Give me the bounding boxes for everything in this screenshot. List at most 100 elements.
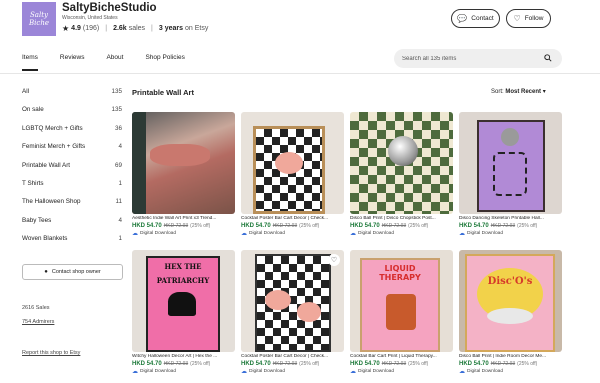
shop-name: SaltyBicheStudio bbox=[62, 2, 157, 14]
sidebar-item-count: 135 bbox=[111, 88, 122, 95]
sidebar-item-baby-tees[interactable]: Baby Tees 4 bbox=[22, 217, 122, 235]
price-row: HKD 54.70 HKD 72.93 (25% off) bbox=[132, 223, 235, 229]
original-price: HKD 72.93 bbox=[490, 361, 516, 367]
download-text: Digital Download bbox=[249, 231, 285, 236]
sale-price: HKD 54.70 bbox=[241, 223, 271, 229]
sidebar-item-lgbtq[interactable]: LGBTQ Merch + Gifts 36 bbox=[22, 125, 122, 143]
stats-separator: | bbox=[105, 25, 108, 32]
product-title[interactable]: Cocktail Bar Cart Print | Liquid Therapy… bbox=[350, 354, 453, 359]
product-title[interactable]: Disco Ball Print | Disco Chopstick Post.… bbox=[350, 216, 453, 221]
product-title[interactable]: Cocktail Poster Bar Cart Decor | Check..… bbox=[241, 354, 344, 359]
download-icon: ☁ bbox=[350, 231, 356, 237]
sidebar-item-label: Printable Wall Art bbox=[22, 161, 71, 169]
sidebar-item-halloween[interactable]: The Halloween Shop 11 bbox=[22, 198, 122, 216]
sidebar-item-woven-blankets[interactable]: Woven Blankets 1 bbox=[22, 235, 122, 253]
tabs-divider bbox=[0, 73, 600, 74]
product-image[interactable] bbox=[350, 112, 453, 214]
sidebar-item-count: 4 bbox=[118, 216, 122, 224]
sidebar-item-feminist[interactable]: Feminist Merch + Gifts 4 bbox=[22, 143, 122, 161]
follow-label: Follow bbox=[524, 15, 544, 22]
sidebar-item-count: 69 bbox=[114, 161, 122, 169]
product-title[interactable]: Witchy Halloween Decor Art | Hex the ... bbox=[132, 354, 235, 359]
product-card[interactable]: LIQUID THERAPY Cocktail Bar Cart Print |… bbox=[350, 250, 453, 375]
report-shop-link[interactable]: Report this shop to Etsy bbox=[22, 350, 80, 356]
download-icon: ☁ bbox=[459, 369, 465, 375]
sidebar-item-label: All bbox=[22, 88, 29, 95]
review-count[interactable]: (196) bbox=[83, 25, 99, 32]
search-icon[interactable] bbox=[544, 54, 552, 62]
original-price: HKD 72.93 bbox=[163, 223, 189, 229]
product-image[interactable]: Disc'O's bbox=[459, 250, 562, 352]
price-row: HKD 54.70 HKD 72.93 (25% off) bbox=[459, 223, 562, 229]
download-text: Digital Download bbox=[140, 231, 176, 236]
original-price: HKD 72.93 bbox=[381, 361, 407, 367]
product-image[interactable] bbox=[459, 112, 562, 214]
contact-button[interactable]: 💬 Contact bbox=[451, 9, 500, 28]
shop-rating: 4.9 bbox=[71, 25, 81, 32]
sidebar-item-on-sale[interactable]: On sale 135 bbox=[22, 106, 122, 124]
poster-text-line: HEX THE PATRIARCHY bbox=[156, 262, 210, 285]
sidebar-item-count: 36 bbox=[114, 124, 122, 132]
price-row: HKD 54.70 HKD 72.93 (25% off) bbox=[132, 361, 235, 367]
sidebar-item-label: On sale bbox=[22, 106, 44, 114]
shop-admirers-link[interactable]: 754 Admirers bbox=[22, 319, 54, 325]
shop-logo-text: Salty Biche bbox=[29, 11, 49, 27]
skeleton-art bbox=[493, 152, 527, 196]
product-title[interactable]: Disco Ball Print | Indie Room Decor Me..… bbox=[459, 354, 562, 359]
stats-separator: | bbox=[151, 25, 153, 32]
cocktail-art bbox=[265, 290, 291, 310]
sale-price: HKD 54.70 bbox=[350, 223, 380, 229]
sidebar-item-label: T Shirts bbox=[22, 179, 44, 187]
download-icon: ☁ bbox=[132, 369, 138, 375]
sales-count: 2.6k bbox=[113, 25, 127, 32]
product-card[interactable]: Disco Dancing Skeleton Printable Hall...… bbox=[459, 112, 562, 237]
sidebar-item-t-shirts[interactable]: T Shirts 1 bbox=[22, 180, 122, 198]
product-card[interactable]: HEX THE PATRIARCHY Witchy Halloween Deco… bbox=[132, 250, 235, 375]
section-sidebar: All 135 On sale 135 LGBTQ Merch + Gifts 36 … bbox=[22, 88, 122, 254]
follow-button[interactable]: ♡ Follow bbox=[506, 9, 551, 28]
shop-logo[interactable]: Salty Biche bbox=[22, 2, 56, 36]
contact-shop-owner-button[interactable]: ● Contact shop owner bbox=[22, 264, 123, 280]
product-image[interactable]: LIQUID THERAPY bbox=[350, 250, 453, 352]
product-card[interactable]: Disc'O's Disco Ball Print | Indie Room D… bbox=[459, 250, 562, 375]
product-card[interactable]: ♡ Cocktail Poster Bar Cart Decor | Check… bbox=[241, 250, 344, 375]
original-price: HKD 72.93 bbox=[272, 223, 298, 229]
sidebar-item-count: 11 bbox=[115, 198, 122, 206]
sidebar-item-label: Baby Tees bbox=[22, 216, 52, 224]
product-image[interactable] bbox=[241, 112, 344, 214]
digital-download-label: ☁ Digital Download bbox=[350, 230, 453, 237]
download-text: Digital Download bbox=[140, 369, 176, 374]
product-card[interactable]: Aesthetic Indie Wall Art Print x3 Trend.… bbox=[132, 112, 235, 237]
sidebar-item-printable-wall-art[interactable]: Printable Wall Art 69 bbox=[22, 162, 122, 180]
heart-icon: ♡ bbox=[513, 13, 521, 23]
product-card[interactable]: Disco Ball Print | Disco Chopstick Post.… bbox=[350, 112, 453, 237]
tab-about[interactable]: About bbox=[106, 54, 123, 71]
sale-price: HKD 54.70 bbox=[459, 223, 489, 229]
discount-label: (25% off) bbox=[517, 223, 538, 229]
section-title: Printable Wall Art bbox=[132, 88, 194, 97]
product-image[interactable]: ♡ bbox=[241, 250, 344, 352]
search-input[interactable] bbox=[402, 55, 542, 62]
download-text: Digital Download bbox=[358, 231, 394, 236]
product-image[interactable]: HEX THE PATRIARCHY bbox=[132, 250, 235, 352]
product-image[interactable] bbox=[132, 112, 235, 214]
sort-dropdown[interactable]: Sort: Most Recent ▾ bbox=[491, 88, 546, 95]
sale-price: HKD 54.70 bbox=[132, 223, 162, 229]
tab-reviews[interactable]: Reviews bbox=[60, 54, 85, 71]
favorite-heart-icon[interactable]: ♡ bbox=[328, 254, 340, 266]
digital-download-label: ☁ Digital Download bbox=[132, 368, 235, 375]
download-icon: ☁ bbox=[241, 231, 247, 237]
sidebar-item-all[interactable]: All 135 bbox=[22, 88, 122, 106]
original-price: HKD 72.93 bbox=[381, 223, 407, 229]
tab-shop-policies[interactable]: Shop Policies bbox=[145, 54, 184, 71]
product-title[interactable]: Cocktail Poster Bar Cart Decor | Check..… bbox=[241, 216, 344, 221]
price-row: HKD 54.70 HKD 72.93 (25% off) bbox=[350, 223, 453, 229]
discount-label: (25% off) bbox=[299, 223, 320, 229]
tab-items[interactable]: Items bbox=[22, 54, 38, 71]
product-title[interactable]: Disco Dancing Skeleton Printable Hall... bbox=[459, 216, 562, 221]
digital-download-label: ☁ Digital Download bbox=[459, 368, 562, 375]
product-card[interactable]: Cocktail Poster Bar Cart Decor | Check..… bbox=[241, 112, 344, 237]
product-title[interactable]: Aesthetic Indie Wall Art Print x3 Trend.… bbox=[132, 216, 235, 221]
digital-download-label: ☁ Digital Download bbox=[241, 368, 344, 375]
original-price: HKD 72.93 bbox=[490, 223, 516, 229]
